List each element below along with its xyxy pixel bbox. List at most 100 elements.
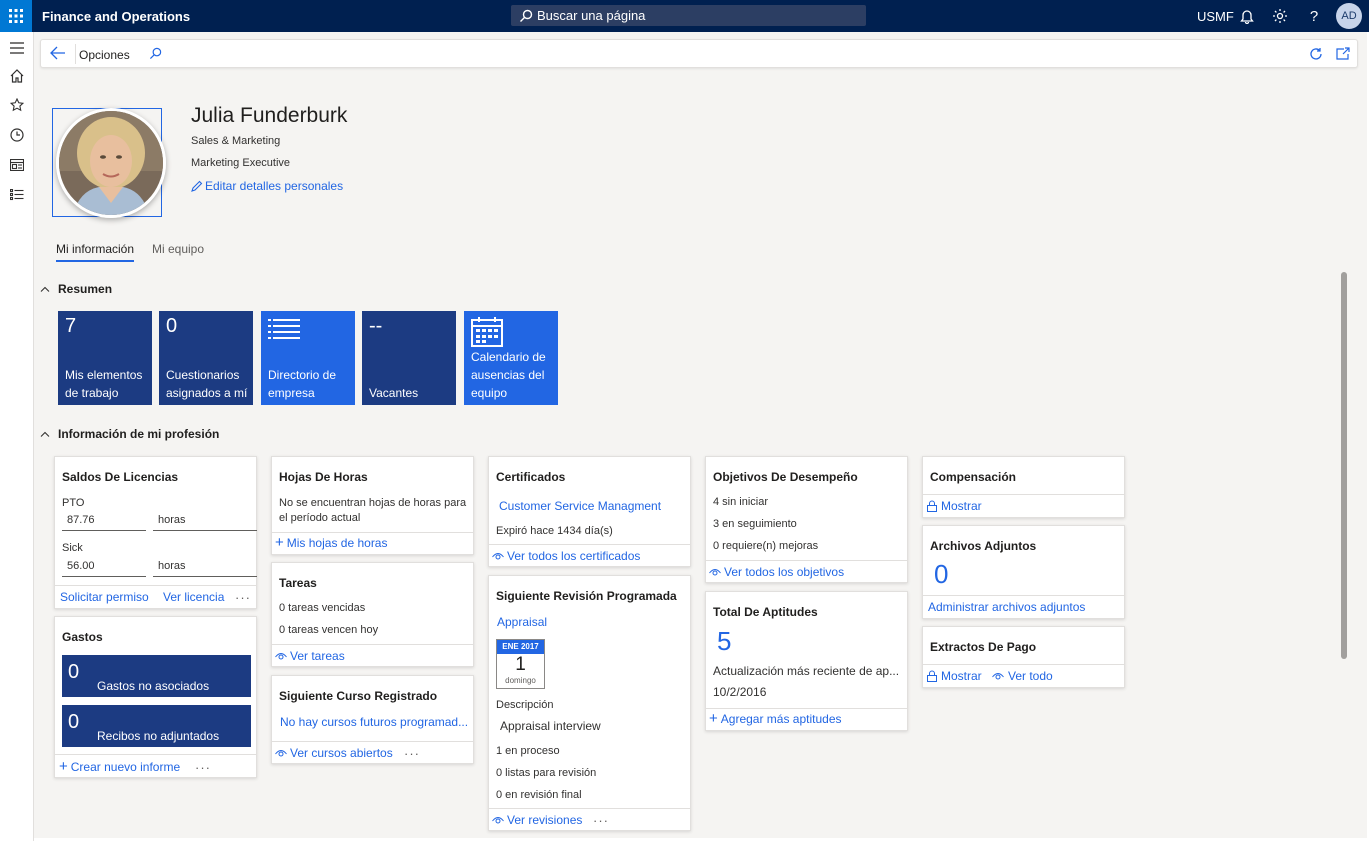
payslips-show-link[interactable]: Mostrar — [927, 669, 982, 683]
calendar-icon — [471, 317, 503, 347]
edit-personal-details-link[interactable]: Editar detalles personales — [191, 179, 343, 193]
divider — [706, 708, 907, 709]
plus-icon: + — [275, 534, 284, 551]
nav-modules-button[interactable] — [8, 186, 26, 204]
view-leave-link[interactable]: Ver licencia — [163, 590, 224, 604]
next-course-title: Siguiente Curso Registrado — [279, 689, 438, 703]
tile-questionnaires[interactable]: 0 Cuestionarios asignados a mí — [159, 311, 253, 405]
options-label[interactable]: Opciones — [79, 48, 130, 62]
clock-icon — [10, 128, 24, 142]
view-all-certificates-link[interactable]: Ver todos los certificados — [492, 549, 640, 563]
app-title[interactable]: Finance and Operations — [42, 9, 190, 24]
calendar-weekday: domingo — [505, 676, 536, 685]
manage-attachments-link[interactable]: Administrar archivos adjuntos — [928, 600, 1085, 614]
total-skills-count[interactable]: 5 — [717, 626, 731, 657]
compensation-show-link[interactable]: Mostrar — [927, 499, 982, 513]
page-search-box[interactable]: Buscar una página — [511, 5, 866, 26]
payslips-title: Extractos De Pago — [930, 640, 1037, 654]
add-skills-link[interactable]: + Agregar más aptitudes — [709, 711, 842, 726]
my-timesheets-link[interactable]: + Mis hojas de horas — [275, 534, 387, 551]
next-review-title: Siguiente Revisión Programada — [496, 589, 677, 603]
help-button[interactable]: ? — [1305, 7, 1323, 25]
leave-type-pto: PTO — [62, 497, 85, 509]
tab-my-team[interactable]: Mi equipo — [152, 242, 204, 260]
view-open-courses-label: Ver cursos abiertos — [290, 746, 393, 760]
expenses-more-button[interactable]: ··· — [195, 760, 211, 775]
refresh-button[interactable] — [1309, 47, 1323, 64]
skills-update-label: Actualización más reciente de ap... — [713, 664, 900, 678]
review-description-label: Descripción — [496, 699, 554, 711]
add-skills-label: Agregar más aptitudes — [720, 712, 842, 726]
employee-job-title: Marketing Executive — [191, 157, 291, 169]
next-course-more-button[interactable]: ··· — [404, 746, 420, 761]
unattached-expenses-label: Gastos no asociados — [97, 679, 210, 693]
action-search-button[interactable] — [149, 47, 162, 63]
goals-tracking: 3 en seguimiento — [713, 518, 797, 530]
certificate-item-link[interactable]: Customer Service Managment — [499, 499, 661, 513]
divider — [55, 754, 256, 755]
settings-button[interactable] — [1271, 7, 1289, 25]
popout-icon — [1336, 47, 1350, 60]
user-avatar[interactable]: AD — [1336, 3, 1362, 29]
calendar-month: ENE 2017 — [497, 640, 544, 654]
back-button[interactable] — [50, 46, 66, 63]
nav-expand-button[interactable] — [8, 39, 26, 57]
appraisal-link[interactable]: Appraisal — [497, 615, 547, 629]
edit-personal-details-label: Editar detalles personales — [205, 179, 344, 193]
action-pane: Opciones — [40, 39, 1358, 68]
leave-more-button[interactable]: ··· — [235, 590, 251, 605]
tasks-due-today: 0 tareas vencen hoy — [279, 624, 379, 636]
company-picker[interactable]: USMF — [1197, 9, 1234, 24]
action-separator — [75, 44, 76, 64]
unattached-receipts-tile[interactable]: 0 Recibos no adjuntados — [62, 705, 251, 747]
divider — [923, 595, 1124, 596]
open-new-window-button[interactable] — [1336, 47, 1350, 63]
waffle-icon — [9, 9, 23, 23]
top-bar: Finance and Operations Buscar una página… — [0, 0, 1369, 32]
chevron-up-icon — [40, 286, 50, 292]
nav-workspaces-button[interactable] — [8, 156, 26, 174]
nav-home-button[interactable] — [8, 67, 26, 85]
next-review-more-button[interactable]: ··· — [593, 813, 609, 828]
request-leave-link[interactable]: Solicitar permiso — [60, 590, 149, 604]
create-report-link[interactable]: + Crear nuevo informe — [59, 759, 180, 774]
profile-photo — [56, 108, 166, 218]
leave-balances-title: Saldos De Licencias — [62, 470, 179, 484]
nav-recent-button[interactable] — [8, 126, 26, 144]
vertical-scrollbar[interactable] — [1341, 272, 1347, 659]
total-skills-title: Total De Aptitudes — [713, 605, 818, 619]
summary-section-header[interactable]: Resumen — [40, 282, 112, 296]
view-open-courses-link[interactable]: Ver cursos abiertos — [275, 746, 393, 760]
notifications-button[interactable] — [1238, 7, 1256, 25]
payslips-view-all-link[interactable]: Ver todo — [992, 669, 1053, 683]
reviews-final: 0 en revisión final — [496, 789, 582, 801]
nav-favorites-button[interactable] — [8, 96, 26, 114]
next-course-message[interactable]: No hay cursos futuros programad... — [280, 715, 468, 729]
view-reviews-link[interactable]: Ver revisiones — [492, 813, 582, 827]
tile-absence-calendar[interactable]: Calendario de ausencias del equipo — [464, 311, 558, 405]
leave-balances-card: Saldos De Licencias PTO 87.76 horas Sick… — [54, 456, 257, 609]
divider — [489, 808, 690, 809]
attachments-count[interactable]: 0 — [934, 559, 948, 590]
unattached-expenses-tile[interactable]: 0 Gastos no asociados — [62, 655, 251, 697]
unattached-receipts-count: 0 — [68, 711, 80, 733]
view-tasks-label: Ver tareas — [290, 649, 345, 663]
tile-work-items[interactable]: 7 Mis elementos de trabajo — [58, 311, 152, 405]
leave-pto-value: 87.76 — [62, 514, 146, 531]
tab-my-information[interactable]: Mi información — [56, 242, 135, 262]
list-icon — [268, 319, 300, 339]
tile-vacancies[interactable]: -- Vacantes — [362, 311, 456, 405]
tile-company-directory[interactable]: Directorio de empresa — [261, 311, 355, 405]
view-all-certificates-label: Ver todos los certificados — [507, 549, 641, 563]
profession-section-header[interactable]: Información de mi profesión — [40, 427, 219, 441]
performance-goals-title: Objetivos De Desempeño — [713, 470, 858, 484]
app-launcher-button[interactable] — [0, 0, 32, 32]
view-all-goals-link[interactable]: Ver todos los objetivos — [709, 565, 844, 579]
list-icon — [10, 189, 24, 201]
compensation-show-label: Mostrar — [941, 499, 982, 513]
view-all-goals-label: Ver todos los objetivos — [724, 565, 845, 579]
eye-icon — [275, 750, 287, 757]
view-tasks-link[interactable]: Ver tareas — [275, 649, 345, 663]
tasks-card: Tareas 0 tareas vencidas 0 tareas vencen… — [271, 562, 474, 667]
tile-vacancies-label: Vacantes — [369, 386, 419, 400]
